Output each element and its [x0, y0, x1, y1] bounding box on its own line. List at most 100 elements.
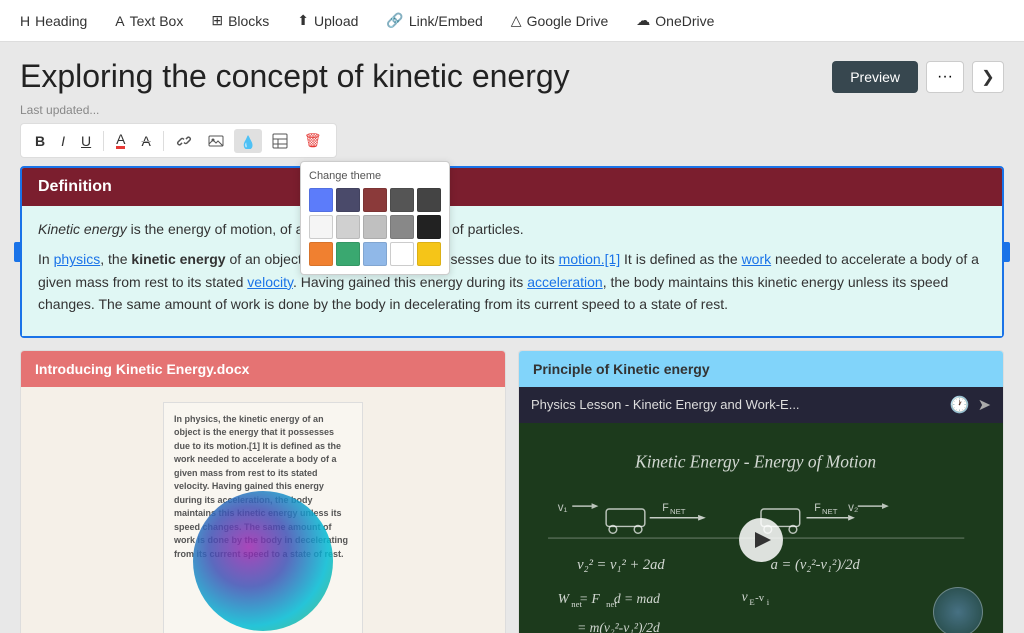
doc-preview-inner: In physics, the kinetic energy of an obj… — [163, 402, 363, 633]
textbox-button[interactable]: A Text Box — [103, 7, 195, 35]
svg-text:E: E — [749, 596, 754, 606]
svg-text:NET: NET — [670, 506, 686, 515]
svg-text:a = (v₂²-v₁²)/2d: a = (v₂²-v₁²)/2d — [771, 557, 861, 573]
definition-paragraph2: In physics, the kinetic energy of an obj… — [38, 248, 986, 315]
textbox-icon: A — [115, 13, 124, 29]
bold-button[interactable]: B — [29, 129, 51, 153]
svg-text:💧: 💧 — [240, 135, 256, 149]
definition-block: Definition Kinetic energy is the energy … — [20, 166, 1004, 338]
video-card: Principle of Kinetic energy Physics Less… — [518, 350, 1004, 633]
nav-forward-icon: ❯ — [981, 67, 994, 87]
font-color-button[interactable]: A — [110, 128, 131, 153]
onedrive-label: OneDrive — [655, 13, 714, 29]
color-swatch-14[interactable] — [417, 242, 441, 266]
italic-button[interactable]: I — [55, 129, 71, 153]
linkembed-label: Link/Embed — [409, 13, 483, 29]
color-swatch-2[interactable] — [363, 188, 387, 212]
page-area: Exploring the concept of kinetic energy … — [0, 42, 1024, 633]
color-swatch-4[interactable] — [417, 188, 441, 212]
two-col-section: Introducing Kinetic Energy.docx In physi… — [20, 350, 1004, 633]
color-picker-popup: Change theme — [300, 161, 450, 275]
color-swatch-8[interactable] — [390, 215, 414, 239]
linkembed-button[interactable]: 🔗 Link/Embed — [374, 6, 494, 35]
share-icon: ➤ — [978, 395, 991, 415]
googledrive-icon: △ — [511, 12, 522, 29]
blocks-icon: ⊞ — [211, 12, 223, 29]
color-swatch-5[interactable] — [309, 215, 333, 239]
preview-button[interactable]: Preview — [832, 61, 918, 93]
svg-text:F: F — [662, 502, 669, 514]
doc-card-header: Introducing Kinetic Energy.docx — [21, 351, 505, 387]
video-icons: 🕐 ➤ — [950, 395, 991, 415]
block-handle-right[interactable] — [1002, 242, 1010, 262]
video-card-header: Principle of Kinetic energy — [519, 351, 1003, 387]
upload-label: Upload — [314, 13, 358, 29]
color-picker-label: Change theme — [309, 170, 441, 182]
svg-text:v₂² = v₁² + 2ad: v₂² = v₁² + 2ad — [577, 557, 665, 573]
format-toolbar: B I U A A 💧 🗑 — [20, 123, 337, 158]
onedrive-icon: ☁ — [636, 12, 650, 29]
page-title-row: Exploring the concept of kinetic energy … — [20, 58, 1004, 95]
svg-text:v: v — [742, 589, 749, 604]
play-triangle-icon — [755, 532, 771, 548]
blocks-button[interactable]: ⊞ Blocks — [199, 6, 281, 35]
block-handle-left[interactable] — [14, 242, 22, 262]
svg-text:d = mad: d = mad — [614, 590, 660, 605]
svg-text:i: i — [767, 596, 770, 606]
velocity-link[interactable]: velocity — [247, 274, 293, 290]
color-swatch-10[interactable] — [309, 242, 333, 266]
video-title: Physics Lesson - Kinetic Energy and Work… — [531, 397, 950, 412]
acceleration-link[interactable]: acceleration — [527, 274, 603, 290]
color-swatch-11[interactable] — [336, 242, 360, 266]
definition-content: Kinetic energy is the energy of motion, … — [22, 206, 1002, 336]
svg-text:-v: -v — [755, 593, 765, 604]
color-swatch-0[interactable] — [309, 188, 333, 212]
link-button[interactable] — [170, 129, 198, 153]
video-content[interactable]: Kinetic Energy - Energy of Motion v₁ — [519, 423, 1003, 633]
color-swatch-12[interactable] — [363, 242, 387, 266]
heading-button[interactable]: H Heading — [8, 7, 99, 35]
googledrive-button[interactable]: △ Google Drive — [499, 6, 620, 35]
video-top-bar: Physics Lesson - Kinetic Energy and Work… — [519, 387, 1003, 423]
svg-text:W: W — [558, 590, 571, 605]
separator-2 — [163, 131, 164, 151]
linkembed-icon: 🔗 — [386, 12, 403, 29]
video-overlay-circle — [933, 587, 983, 633]
googledrive-label: Google Drive — [527, 13, 609, 29]
delete-button[interactable]: 🗑 — [298, 128, 328, 153]
svg-text:v₁: v₁ — [558, 501, 568, 514]
last-updated: Last updated... — [20, 103, 1004, 117]
doc-card-preview: In physics, the kinetic energy of an obj… — [21, 387, 505, 633]
work-link[interactable]: work — [742, 251, 772, 267]
separator-1 — [103, 131, 104, 151]
upload-icon: ⬆ — [297, 12, 309, 29]
blocks-label: Blocks — [228, 13, 269, 29]
motion-link[interactable]: motion.[1] — [559, 251, 620, 267]
color-swatch-13[interactable] — [390, 242, 414, 266]
nav-forward-button[interactable]: ❯ — [972, 61, 1004, 93]
svg-text:F: F — [814, 502, 821, 514]
clock-icon: 🕐 — [950, 395, 970, 415]
more-button[interactable]: ··· — [926, 61, 964, 93]
upload-button[interactable]: ⬆ Upload — [285, 6, 370, 35]
page-title: Exploring the concept of kinetic energy — [20, 58, 832, 95]
color-swatch-9[interactable] — [417, 215, 441, 239]
definition-intro: Kinetic energy is the energy of motion, … — [38, 218, 986, 240]
color-swatch-1[interactable] — [336, 188, 360, 212]
color-swatch-7[interactable] — [363, 215, 387, 239]
color-swatch-6[interactable] — [336, 215, 360, 239]
onedrive-button[interactable]: ☁ OneDrive — [624, 6, 726, 35]
kinetic-energy-italic: Kinetic energy — [38, 221, 127, 237]
play-button[interactable] — [739, 518, 783, 562]
heading-icon: H — [20, 13, 30, 29]
highlight-button[interactable]: 💧 — [234, 129, 262, 153]
strikethrough-button[interactable]: A — [135, 129, 156, 153]
title-actions: Preview ··· ❯ — [832, 61, 1004, 93]
physics-link[interactable]: physics — [54, 251, 101, 267]
table-insert-button[interactable] — [266, 129, 294, 153]
definition-header: Definition — [22, 168, 1002, 206]
color-swatch-3[interactable] — [390, 188, 414, 212]
textbox-label: Text Box — [130, 13, 184, 29]
image-button[interactable] — [202, 129, 230, 153]
underline-button[interactable]: U — [75, 129, 97, 153]
